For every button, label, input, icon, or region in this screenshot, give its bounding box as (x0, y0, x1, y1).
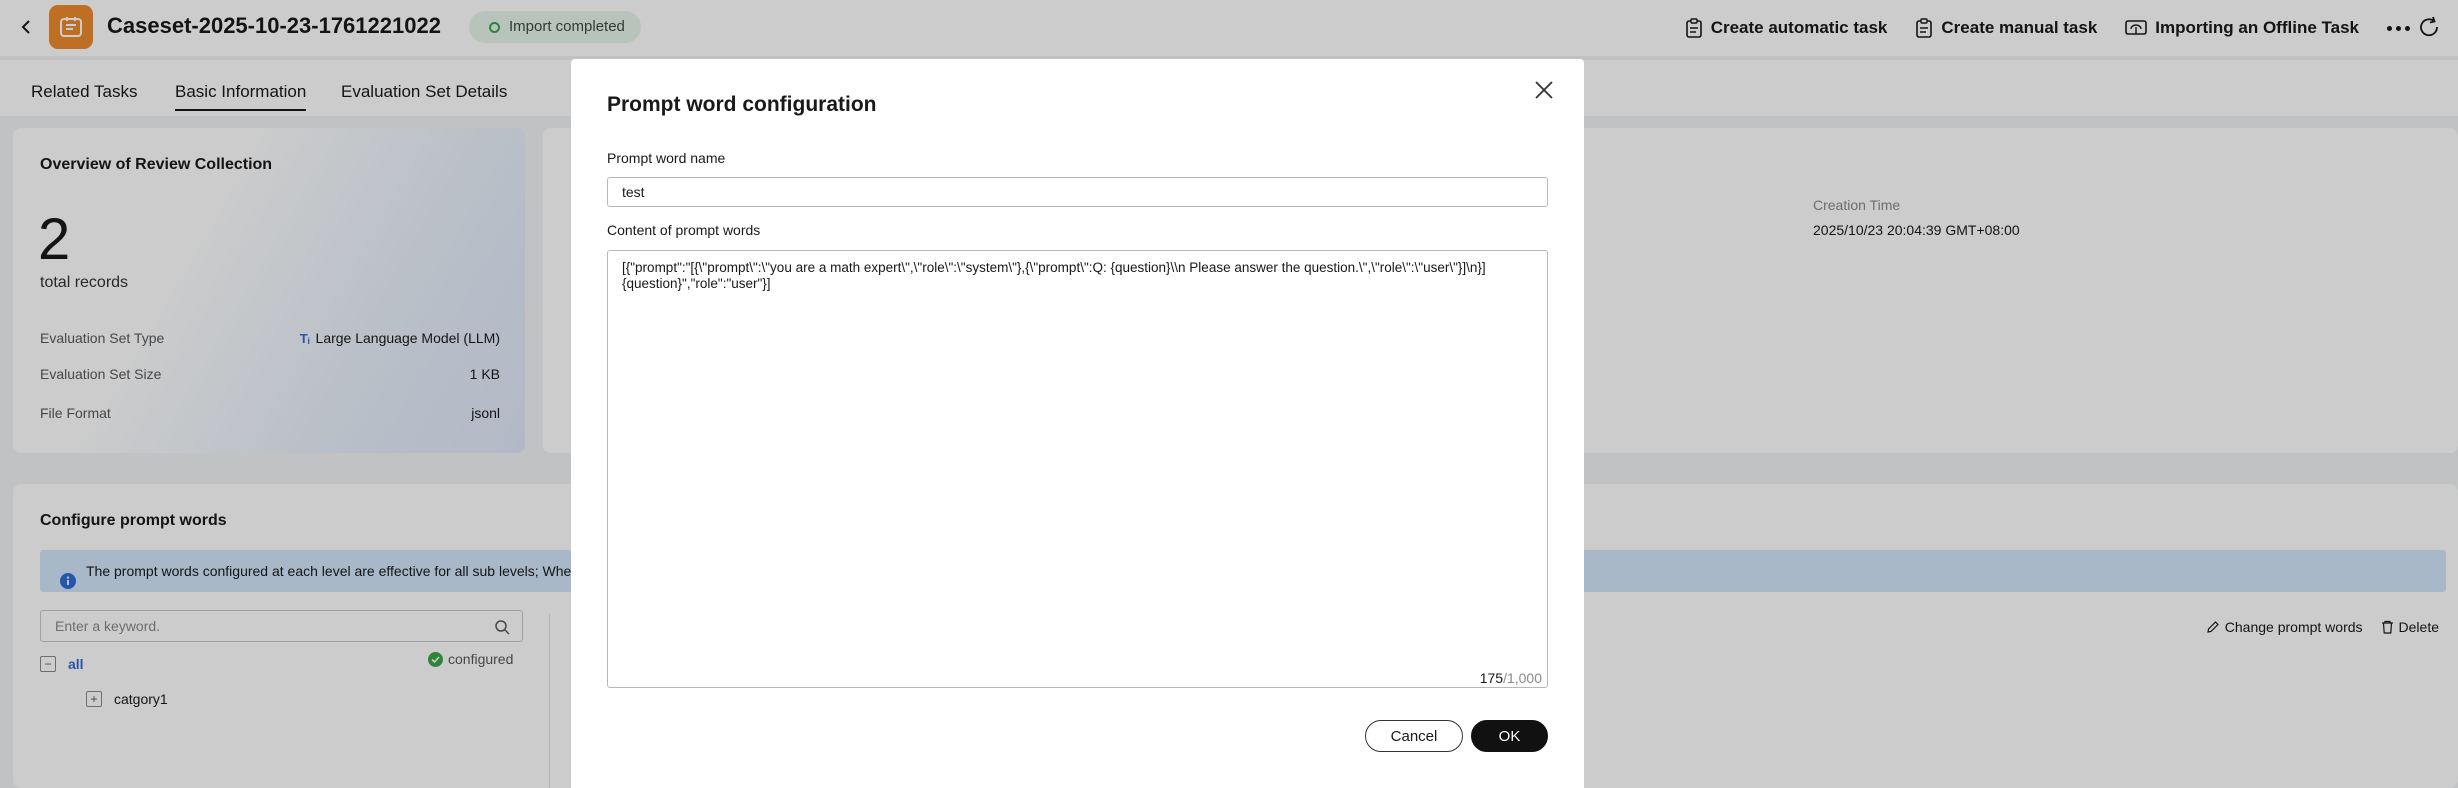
ok-button[interactable]: OK (1471, 720, 1548, 752)
cancel-button[interactable]: Cancel (1365, 720, 1463, 752)
prompt-word-name-input[interactable] (607, 177, 1548, 207)
prompt-content-textarea[interactable]: [{"prompt":"[{\"prompt\":\"you are a mat… (607, 250, 1548, 688)
prompt-word-name-label: Prompt word name (607, 150, 726, 166)
content-of-prompt-words-label: Content of prompt words (607, 222, 761, 238)
dialog-title: Prompt word configuration (607, 93, 877, 116)
close-icon[interactable] (1529, 75, 1559, 105)
prompt-word-configuration-dialog: Prompt word configuration Prompt word na… (571, 59, 1584, 788)
char-count-current: 175 (1479, 670, 1504, 686)
character-counter: 175/1,000 (1480, 670, 1542, 686)
char-count-max: /1,000 (1503, 670, 1542, 686)
